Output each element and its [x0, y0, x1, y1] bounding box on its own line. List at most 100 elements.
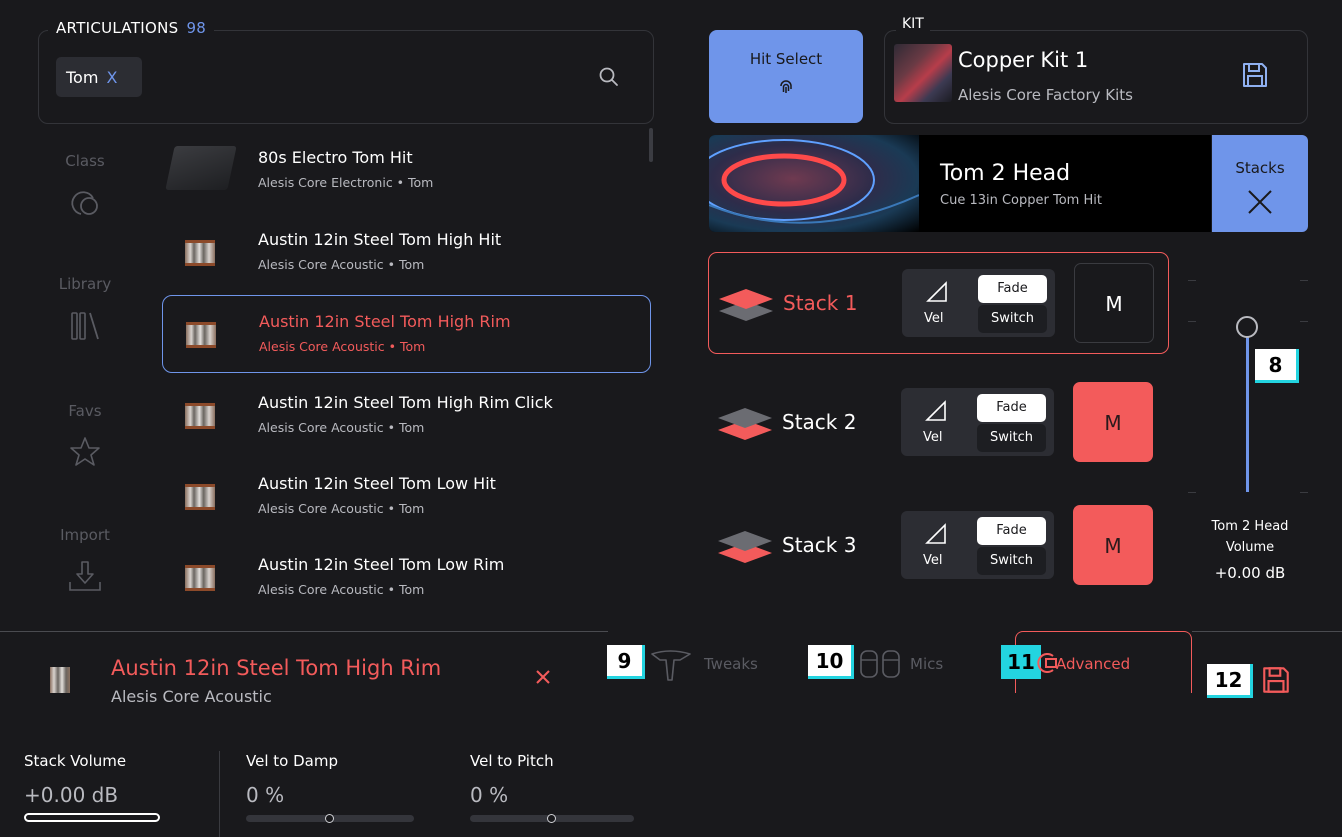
stack-row-3[interactable]: Stack 3 Vel Fade Switch M — [708, 495, 1169, 597]
item-thumbnail — [185, 403, 215, 429]
stack-volume-value: +0.00 dB — [24, 783, 119, 807]
velocity-icon[interactable] — [925, 400, 947, 422]
star-icon — [70, 437, 100, 466]
sidebar-item-import[interactable]: Import — [40, 526, 130, 596]
sidebar-item-favs[interactable]: Favs — [40, 402, 130, 472]
close-icon[interactable] — [534, 668, 552, 686]
vel-to-pitch-label: Vel to Pitch — [470, 752, 554, 770]
item-meta: Alesis Core Acoustic • Tom — [259, 339, 426, 354]
search-tag-clear-button[interactable]: X — [106, 68, 117, 87]
divider — [219, 751, 220, 837]
item-title: Austin 12in Steel Tom Low Rim — [258, 555, 505, 574]
fade-button[interactable]: Fade — [977, 517, 1046, 545]
kit-thumbnail — [894, 44, 952, 102]
divider — [1192, 631, 1342, 632]
import-icon — [69, 561, 101, 591]
mute-button[interactable]: M — [1074, 263, 1154, 343]
velocity-icon[interactable] — [926, 281, 948, 303]
callout-10: 10 — [808, 645, 854, 679]
item-meta: Alesis Core Acoustic • Tom — [258, 257, 425, 272]
tab-mics[interactable]: Mics — [910, 655, 943, 673]
mics-icon[interactable] — [858, 648, 902, 680]
vel-to-damp-knob[interactable] — [325, 814, 334, 823]
stack-control-group: Vel Fade Switch — [901, 511, 1054, 579]
sidebar-item-class[interactable]: Class — [40, 152, 130, 222]
tweaks-icon[interactable] — [650, 648, 692, 682]
stacks-label: Stacks — [1235, 159, 1285, 177]
list-item-selected[interactable]: Austin 12in Steel Tom High Rim Alesis Co… — [162, 295, 651, 373]
stacks-close-button[interactable]: Stacks — [1212, 135, 1308, 232]
item-title: Austin 12in Steel Tom High Rim Click — [258, 393, 553, 412]
drum-head-image — [709, 135, 920, 232]
sidebar-item-label: Favs — [68, 402, 102, 420]
mute-button[interactable]: M — [1073, 505, 1153, 585]
list-item[interactable]: 80s Electro Tom Hit Alesis Core Electron… — [162, 132, 651, 210]
stack-label: Stack 2 — [782, 410, 857, 434]
fade-button[interactable]: Fade — [978, 275, 1047, 303]
switch-button[interactable]: Switch — [977, 424, 1046, 452]
search-tag-label: Tom — [66, 67, 99, 87]
item-thumbnail — [165, 146, 237, 190]
fader-tick — [1300, 492, 1308, 493]
search-icon[interactable] — [598, 66, 620, 88]
selected-articulation-name: Austin 12in Steel Tom High Rim — [111, 656, 442, 680]
search-tag[interactable]: Tom X — [56, 57, 142, 97]
item-thumbnail — [185, 484, 215, 510]
stack-control-group: Vel Fade Switch — [901, 388, 1054, 456]
mute-button[interactable]: M — [1073, 382, 1153, 462]
kit-name[interactable]: Copper Kit 1 — [958, 48, 1088, 72]
fingerprint-icon — [780, 80, 792, 93]
stack-layer-icon — [718, 408, 772, 440]
switch-button[interactable]: Switch — [977, 547, 1046, 575]
fader-tick — [1300, 280, 1308, 281]
sidebar-item-library[interactable]: Library — [40, 275, 130, 345]
list-item[interactable]: Austin 12in Steel Tom High Rim Click Ale… — [162, 377, 651, 455]
vel-label: Vel — [924, 311, 944, 326]
switch-button[interactable]: Switch — [978, 305, 1047, 333]
selected-articulation-library: Alesis Core Acoustic — [111, 687, 272, 706]
list-item[interactable]: Austin 12in Steel Tom High Hit Alesis Co… — [162, 214, 651, 292]
volume-value: +0.00 dB — [1214, 564, 1286, 582]
vel-label: Vel — [923, 553, 943, 568]
divider — [0, 631, 608, 632]
item-meta: Alesis Core Acoustic • Tom — [258, 420, 425, 435]
tab-advanced[interactable]: Advanced — [1056, 655, 1130, 673]
stack-volume-slider[interactable] — [24, 813, 160, 822]
stack-label: Stack 1 — [783, 291, 858, 315]
hit-select-label: Hit Select — [749, 50, 823, 68]
selected-thumbnail — [50, 667, 70, 693]
callout-12: 12 — [1207, 664, 1253, 698]
articulations-count: 98 — [186, 19, 207, 37]
stack-control-group: Vel Fade Switch — [902, 269, 1055, 337]
item-meta: Alesis Core Electronic • Tom — [258, 175, 434, 190]
stack-row-2[interactable]: Stack 2 Vel Fade Switch M — [708, 372, 1169, 474]
stack-row-1[interactable]: Stack 1 Vel Fade Switch M — [708, 252, 1169, 354]
kit-library: Alesis Core Factory Kits — [958, 86, 1133, 104]
head-subtitle: Cue 13in Copper Tom Hit — [940, 193, 1102, 208]
item-meta: Alesis Core Acoustic • Tom — [258, 582, 425, 597]
hit-select-button[interactable]: Hit Select — [709, 30, 863, 123]
list-item[interactable]: Austin 12in Steel Tom Low Rim Alesis Cor… — [162, 539, 651, 617]
callout-11: 11 — [1001, 645, 1041, 679]
save-icon[interactable] — [1240, 60, 1270, 90]
callout-8: 8 — [1255, 349, 1299, 383]
vel-label: Vel — [923, 430, 943, 445]
class-icon — [71, 191, 98, 215]
sidebar-item-label: Class — [65, 152, 105, 170]
vel-to-pitch-knob[interactable] — [547, 814, 556, 823]
velocity-icon[interactable] — [925, 523, 947, 545]
list-scrollbar[interactable] — [649, 128, 653, 162]
fade-button[interactable]: Fade — [977, 394, 1046, 422]
volume-fader-track[interactable] — [1246, 328, 1249, 492]
list-item[interactable]: Austin 12in Steel Tom Low Hit Alesis Cor… — [162, 458, 651, 536]
vel-to-pitch-value: 0 % — [470, 783, 509, 807]
tab-tweaks[interactable]: Tweaks — [704, 655, 758, 673]
volume-fader-knob[interactable] — [1236, 316, 1258, 338]
advanced-icon[interactable] — [1036, 650, 1058, 676]
articulations-title: ARTICULATIONS 98 — [48, 19, 215, 37]
vel-to-damp-label: Vel to Damp — [246, 752, 338, 770]
item-title: Austin 12in Steel Tom High Rim — [259, 312, 511, 331]
head-banner: Tom 2 Head Cue 13in Copper Tom Hit — [709, 135, 1211, 232]
callout-9: 9 — [607, 645, 645, 679]
save-icon[interactable] — [1260, 664, 1292, 696]
